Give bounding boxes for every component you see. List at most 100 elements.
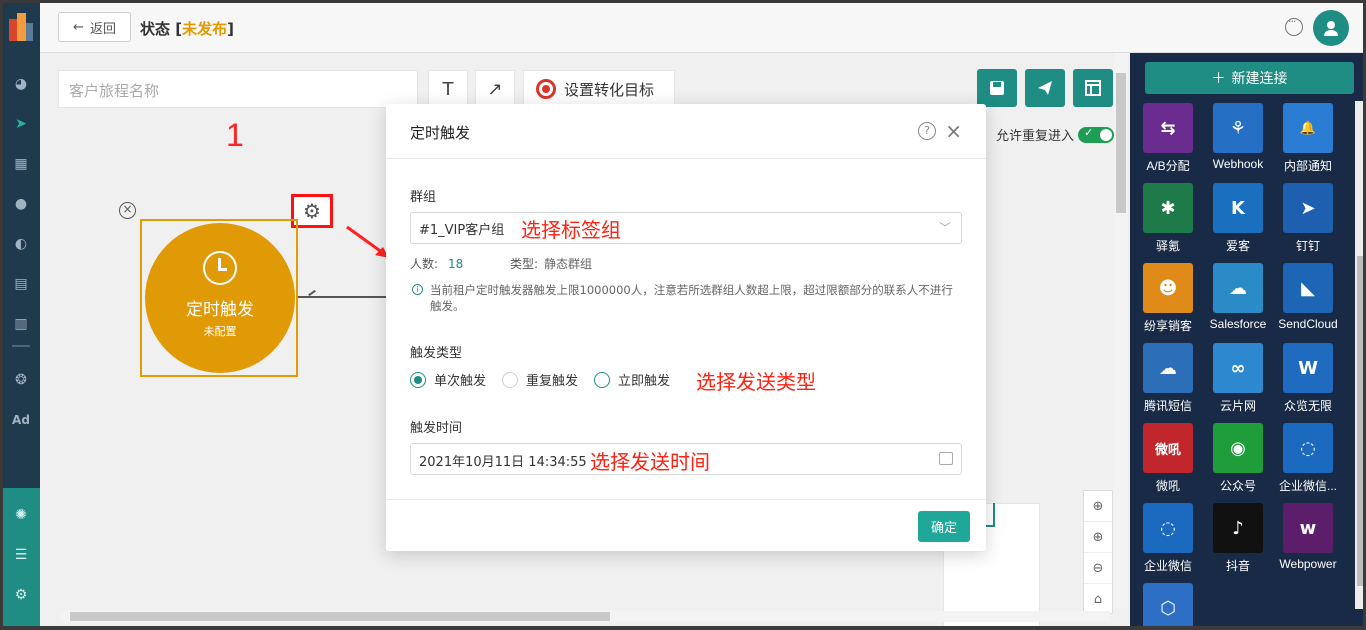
radio-immediate-trigger[interactable]: 立即触发 — [594, 370, 670, 389]
palette-tile[interactable]: 🔔 内部通知 — [1273, 103, 1343, 174]
status-title: 状态 [未发布] — [140, 18, 234, 39]
plus-icon: ＋ — [1211, 71, 1226, 87]
component-palette: ＋ 新建连接 ⇆ A/B分配 ⚘ Webhook 🔔 内部通知 ✱ 驿氪 K 爱客 ➤ 钉钉 ☻ 纷享销客… — [1130, 53, 1363, 626]
dialog-title: 定时触发 — [410, 124, 471, 142]
wecom-icon-2: ◌ — [1143, 503, 1193, 553]
spider-icon: ✱ — [1143, 183, 1193, 233]
layout-template-icon — [1085, 80, 1101, 96]
server-icon[interactable]: ☰ — [12, 546, 30, 564]
radio-repeat-trigger[interactable]: 重复触发 — [502, 370, 578, 389]
settings-icon[interactable]: ⚙ — [12, 586, 30, 604]
network-icon[interactable]: ✺ — [12, 506, 30, 524]
palette-tile[interactable]: K 爱客 — [1203, 183, 1273, 254]
group-annotation: 选择标签组 — [521, 220, 621, 242]
palette-tile[interactable]: ➤ 钉钉 — [1273, 183, 1343, 254]
close-icon[interactable]: × — [945, 119, 962, 143]
send-icon[interactable]: ➤ — [12, 115, 30, 133]
journey-name-input[interactable]: 客户旅程名称 — [58, 70, 418, 108]
back-button[interactable]: ← 返回 — [58, 12, 131, 42]
users-icon[interactable]: ◐ — [12, 235, 30, 253]
timed-trigger-node-circle: 定时触发 未配置 — [145, 223, 295, 373]
palette-tile-label: 腾讯短信 — [1143, 399, 1192, 413]
tencent-sms-icon: ☁ — [1143, 343, 1193, 393]
palette-tile[interactable]: ⇆ A/B分配 — [1133, 103, 1203, 174]
new-connection-label: 新建连接 — [1231, 71, 1288, 87]
hexagon-icon: ⬡ — [1143, 583, 1193, 626]
node-title: 定时触发 — [186, 300, 254, 320]
palette-tile-label: 驿氪 — [1155, 239, 1180, 253]
webpower-icon: w — [1283, 503, 1333, 553]
palette-tile[interactable]: ⬡ — [1133, 583, 1203, 626]
palette-tile-label: 钉钉 — [1295, 239, 1320, 253]
canvas-horizontal-scrollbar[interactable] — [60, 611, 1110, 622]
app-window: ◕ ➤ ▦ ● ◐ ▤ ▥ ❂ Ad ✺ ☰ ⚙ ← 返回 状态 [未发布] 客… — [0, 0, 1366, 630]
allow-reentry-toggle[interactable]: ✓ — [1078, 126, 1114, 143]
node-close-icon[interactable]: × — [119, 202, 136, 219]
user-icon[interactable]: ● — [12, 195, 30, 213]
rail-divider — [12, 345, 30, 347]
bookmark-icon[interactable]: ▤ — [12, 275, 30, 293]
dashboard-icon[interactable]: ◕ — [12, 75, 30, 93]
palette-tile[interactable]: ◉ 公众号 — [1203, 423, 1273, 494]
set-goal-label: 设置转化目标 — [564, 80, 655, 99]
radio-single-trigger[interactable]: 单次触发 — [410, 370, 486, 389]
palette-tile-label: Webpower — [1279, 557, 1337, 571]
palette-tile-label: Salesforce — [1209, 317, 1267, 331]
back-label: 返回 — [89, 21, 116, 37]
timed-trigger-node[interactable]: 定时触发 未配置 — [140, 219, 298, 377]
arrow-tool-button[interactable]: ↗ — [475, 70, 515, 108]
palette-tile-label: 云片网 — [1219, 399, 1256, 413]
locate-icon[interactable]: ⊕ — [1084, 491, 1112, 522]
zoom-in-icon[interactable]: ⊕ — [1084, 522, 1112, 553]
palette-tile[interactable]: ◌ 企业微信... — [1273, 423, 1343, 494]
zoom-out-icon[interactable]: ⊖ — [1084, 553, 1112, 584]
chat-bubbles-icon[interactable]: ❂ — [12, 371, 30, 389]
trigger-type-annotation: 选择发送类型 — [696, 372, 816, 394]
palette-tile[interactable]: ♪ 抖音 — [1203, 503, 1273, 574]
palette-tile[interactable]: ◌ 企业微信 — [1133, 503, 1203, 574]
ab-split-icon: ⇆ — [1143, 103, 1193, 153]
save-icon — [990, 81, 1004, 95]
help-icon[interactable]: ? — [918, 122, 936, 140]
feedback-chat-icon[interactable] — [1285, 15, 1303, 36]
palette-tile-label: Webhook — [1212, 157, 1264, 171]
avatar[interactable] — [1313, 10, 1349, 46]
limit-info-text: 当前租户定时触发器触发上限1000000人，注意若所选群组人数超上限，超过限额部… — [430, 283, 953, 313]
palette-tile[interactable]: ∞ 云片网 — [1203, 343, 1273, 414]
palette-tile[interactable]: ☁ 腾讯短信 — [1133, 343, 1203, 414]
palette-tile[interactable]: ✱ 驿氪 — [1133, 183, 1203, 254]
template-button[interactable] — [1073, 69, 1113, 107]
confirm-button[interactable]: 确定 — [918, 511, 970, 542]
palette-tile-label: 纷享销客 — [1143, 319, 1192, 333]
radio-single-label: 单次触发 — [434, 374, 487, 389]
palette-tile[interactable]: ◣ SendCloud — [1273, 263, 1343, 331]
dingding-icon: ➤ — [1283, 183, 1333, 233]
zhonglan-icon: W — [1283, 343, 1333, 393]
user-avatar-icon — [1324, 21, 1338, 36]
bar-chart-icon[interactable]: ▥ — [12, 315, 30, 333]
palette-tile[interactable]: 微吼 微吼 — [1133, 423, 1203, 494]
status-bracket-close: ] — [227, 20, 234, 38]
publish-button[interactable] — [1025, 69, 1065, 107]
group-select[interactable]: #1_VIP客户组 ﹀ — [410, 212, 962, 244]
paper-plane-icon — [1038, 81, 1052, 95]
dialog-footer: 确定 — [386, 499, 986, 551]
palette-tile[interactable]: w Webpower — [1273, 503, 1343, 571]
text-tool-button[interactable]: T — [428, 70, 468, 108]
fxiaoke-icon: ☻ — [1143, 263, 1193, 313]
sendcloud-icon: ◣ — [1283, 263, 1333, 313]
set-goal-button[interactable]: 设置转化目标 — [523, 70, 675, 108]
new-connection-button[interactable]: ＋ 新建连接 — [1145, 62, 1354, 94]
palette-tile[interactable]: W 众览无限 — [1273, 343, 1343, 414]
palette-scrollbar[interactable] — [1355, 101, 1363, 609]
palette-tile-label: 企业微信 — [1143, 559, 1192, 573]
save-button[interactable] — [977, 69, 1017, 107]
radio-immediate-label: 立即触发 — [618, 374, 671, 389]
layout-icon[interactable]: ▦ — [12, 155, 30, 173]
palette-tile[interactable]: ☁ Salesforce — [1203, 263, 1273, 331]
palette-tile[interactable]: ⚘ Webhook — [1203, 103, 1273, 171]
canvas-vertical-scrollbar[interactable] — [1114, 53, 1128, 608]
salesforce-icon: ☁ — [1213, 263, 1263, 313]
ad-icon[interactable]: Ad — [12, 411, 30, 429]
palette-tile[interactable]: ☻ 纷享销客 — [1133, 263, 1203, 334]
